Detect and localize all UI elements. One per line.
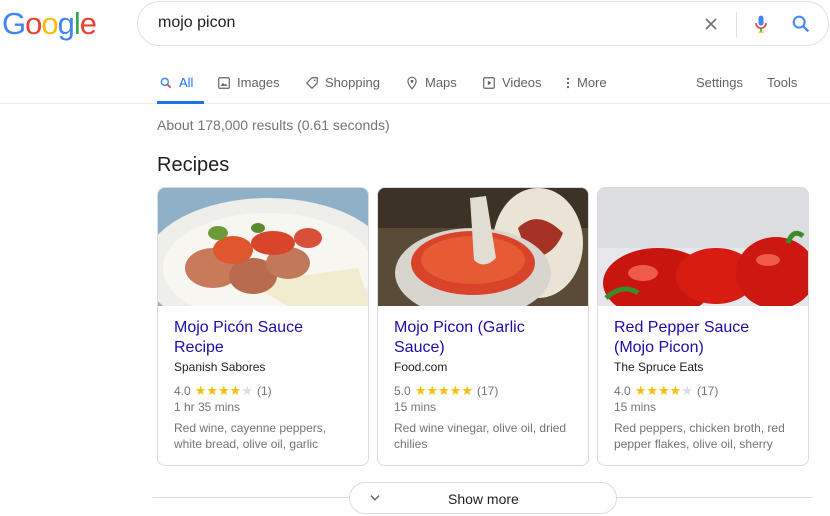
recipe-thumbnail[interactable] <box>378 188 588 306</box>
tab-label: Images <box>237 75 280 90</box>
more-vert-icon <box>566 77 570 88</box>
recipes-heading: Recipes <box>157 154 230 176</box>
tab-videos[interactable]: Videos <box>482 62 542 103</box>
search-icon <box>160 77 172 88</box>
divider <box>617 497 813 498</box>
review-count: (17) <box>696 384 719 398</box>
search-tabs: All Images Shopping Maps Videos More Set… <box>0 62 830 104</box>
tab-label: Videos <box>502 75 542 90</box>
recipe-ingredients: Red peppers, chicken broth, red pepper f… <box>614 421 785 451</box>
star-filled-icon: ★ <box>194 383 207 398</box>
divider <box>736 12 737 38</box>
star-rating: ★★★★★ <box>195 383 253 399</box>
review-count: (1) <box>256 384 272 398</box>
tab-label: Maps <box>425 75 457 90</box>
tab-label: Shopping <box>325 75 380 90</box>
tab-label: More <box>577 75 607 90</box>
image-icon <box>218 76 230 89</box>
star-filled-icon: ★ <box>218 383 230 398</box>
star-filled-icon: ★ <box>438 383 450 398</box>
rating-value: 4.0 <box>614 384 631 398</box>
recipe-card[interactable]: Mojo Picon (Garlic Sauce) Food.com 5.0 ★… <box>377 187 589 466</box>
recipe-time: 15 mins <box>394 400 437 414</box>
chevron-down-icon <box>370 495 380 501</box>
recipe-source: Spanish Sabores <box>174 360 266 374</box>
star-filled-icon: ★ <box>646 383 658 398</box>
star-filled-icon: ★ <box>669 383 682 398</box>
divider <box>153 497 349 498</box>
review-count: (17) <box>476 384 499 398</box>
recipe-rating: 4.0 ★★★★★ (17) <box>614 383 792 399</box>
rating-value: 4.0 <box>174 384 191 398</box>
tab-more[interactable]: More <box>564 62 607 103</box>
tab-images[interactable]: Images <box>217 62 280 103</box>
video-icon <box>483 76 495 89</box>
settings-link[interactable]: Settings <box>696 62 743 103</box>
settings-label: Settings <box>696 75 743 90</box>
google-logo[interactable]: Google <box>2 6 97 42</box>
recipe-thumbnail[interactable] <box>598 188 808 306</box>
recipe-card[interactable]: Red Pepper Sauce (Mojo Picon) The Spruce… <box>597 187 809 466</box>
recipe-source: The Spruce Eats <box>614 360 704 374</box>
search-icon[interactable] <box>790 13 812 35</box>
star-filled-icon: ★ <box>206 383 218 398</box>
recipe-title-link[interactable]: Mojo Picon (Garlic Sauce) <box>394 318 572 358</box>
star-filled-icon: ★ <box>634 383 647 398</box>
recipe-ingredients: Red wine vinegar, olive oil, dried chili… <box>394 421 567 451</box>
star-rating: ★★★★★ <box>635 383 693 399</box>
recipe-title-link[interactable]: Red Pepper Sauce (Mojo Picon) <box>614 318 792 358</box>
rating-value: 5.0 <box>394 384 411 398</box>
logo-letter: G <box>2 6 26 41</box>
show-more-button[interactable]: Show more <box>349 482 617 514</box>
recipe-title-link[interactable]: Mojo Picón Sauce Recipe <box>174 318 352 358</box>
tools-label: Tools <box>767 75 798 90</box>
star-filled-icon: ★ <box>426 383 438 398</box>
recipe-rating: 5.0 ★★★★★ (17) <box>394 383 572 399</box>
star-filled-icon: ★ <box>414 383 427 398</box>
logo-letter: o <box>41 6 58 41</box>
star-empty-icon: ★ <box>681 383 693 398</box>
map-pin-icon <box>407 76 417 90</box>
close-icon[interactable] <box>701 14 721 34</box>
recipe-ingredients: Red wine, cayenne peppers, white bread, … <box>174 421 327 451</box>
star-rating: ★★★★★ <box>415 383 473 399</box>
tag-icon <box>305 76 318 89</box>
tools-link[interactable]: Tools <box>767 62 797 103</box>
recipe-time: 15 mins <box>614 400 657 414</box>
recipe-time: 1 hr 35 mins <box>174 400 241 414</box>
show-more-label: Show more <box>448 491 519 507</box>
logo-letter: e <box>79 6 97 41</box>
recipe-source: Food.com <box>394 360 448 374</box>
recipe-card[interactable]: Mojo Picón Sauce Recipe Spanish Sabores … <box>157 187 369 466</box>
star-empty-icon: ★ <box>241 383 253 398</box>
search-box[interactable] <box>137 1 829 46</box>
recipe-rating: 4.0 ★★★★★ (1) <box>174 383 352 399</box>
tab-all[interactable]: All <box>157 62 204 104</box>
search-input[interactable] <box>158 14 658 32</box>
logo-letter: o <box>25 6 42 41</box>
logo-letter: g <box>57 6 75 41</box>
star-filled-icon: ★ <box>658 383 670 398</box>
tab-shopping[interactable]: Shopping <box>305 62 380 103</box>
recipe-thumbnail[interactable] <box>158 188 368 306</box>
star-filled-icon: ★ <box>449 383 462 398</box>
star-filled-icon: ★ <box>461 383 473 398</box>
tab-maps[interactable]: Maps <box>405 62 457 103</box>
result-stats: About 178,000 results (0.61 seconds) <box>157 117 390 133</box>
microphone-icon[interactable] <box>751 12 771 36</box>
tab-label: All <box>179 75 194 90</box>
star-filled-icon: ★ <box>229 383 242 398</box>
